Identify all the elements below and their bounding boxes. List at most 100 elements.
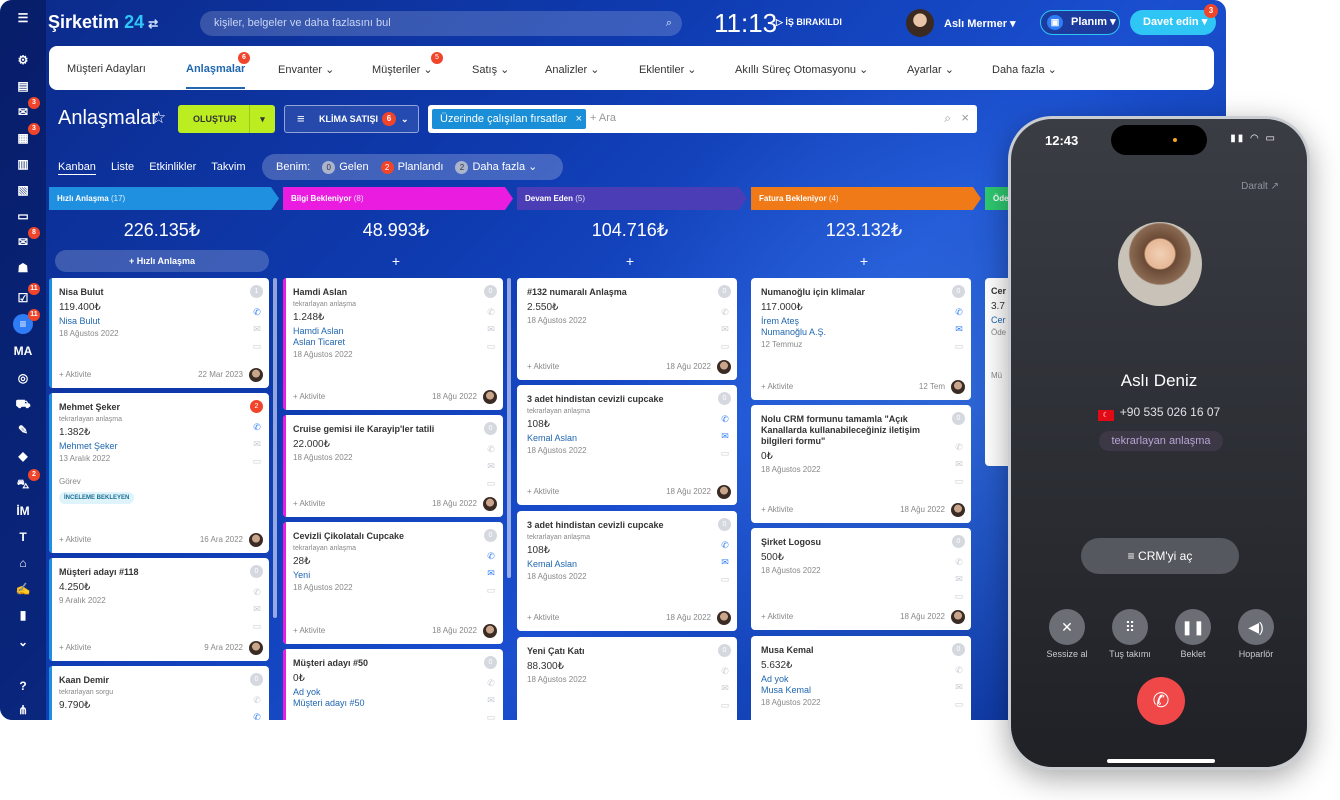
work-status-button[interactable]: ▷ İŞ BIRAKILDI	[776, 17, 842, 28]
stage-link[interactable]: Yeni	[293, 570, 493, 580]
plan-button[interactable]: ▣ Planım ▾	[1040, 10, 1120, 35]
contact-link[interactable]: Nisa Bulut	[59, 316, 259, 326]
card-actions[interactable]: ✆ ✉ ▭	[954, 662, 964, 713]
view-activities[interactable]: Etkinlikler	[149, 161, 196, 173]
contact-link[interactable]: Mehmet Şeker	[59, 441, 259, 451]
sidebar-ma[interactable]: MA	[13, 341, 33, 361]
deal-card[interactable]: 3 adet hindistan cevizli cupcake tekrarla…	[517, 511, 737, 631]
truck-icon[interactable]: ⛍ 2	[13, 469, 40, 494]
stage-header[interactable]: Hızlı Anlaşma (17)	[49, 187, 279, 210]
contact-link[interactable]: İrem Ateş	[761, 316, 961, 326]
deal-card[interactable]: Cruise gemisi ile Karayip'ler tatili 22.0…	[283, 415, 503, 517]
deal-card[interactable]: Müşteri adayı #118 4.250₺ 9 Aralık 2022 0 …	[49, 558, 269, 661]
card-actions[interactable]: ✆ ✉ ▭	[486, 548, 496, 599]
add-activity[interactable]: + Aktivite	[761, 612, 793, 621]
crm-filter-icon[interactable]: ≡ 11	[13, 309, 40, 334]
card-actions[interactable]: ✆ ✉ ▭	[486, 675, 496, 720]
menu-icon[interactable]: ☰	[13, 8, 33, 28]
cart-icon[interactable]: ⛟	[13, 394, 33, 414]
mail-icon[interactable]: ✉ 8	[13, 227, 40, 252]
card-actions[interactable]: ✆ ✉ ▭	[954, 439, 964, 490]
drive-icon[interactable]: ▭	[13, 206, 33, 226]
contact-link[interactable]: Hamdi Aslan	[293, 326, 493, 336]
invite-button[interactable]: Davet edin ▾ 3	[1130, 4, 1218, 35]
mute-button[interactable]: ✕ Sessize al	[1037, 609, 1097, 659]
sidebar-t[interactable]: T	[13, 527, 33, 547]
company-link[interactable]: Numanoğlu A.Ş.	[761, 327, 961, 337]
add-activity[interactable]: + Aktivite	[527, 362, 559, 371]
planned-filter[interactable]: Planlandı	[398, 161, 444, 173]
card-actions[interactable]: ✆ ✉ ▭	[486, 441, 496, 492]
contact-link[interactable]: Ad yok	[761, 674, 961, 684]
global-search-input[interactable]: kişiler, belgeler ve daha fazlasını bul ⌕	[200, 11, 682, 36]
deal-card[interactable]: 3 adet hindistan cevizli cupcake tekrarla…	[517, 385, 737, 505]
deal-card[interactable]: Kaan Demirtekrarlayan sorgu9.790₺ 0 ✆✆✉	[49, 666, 269, 720]
create-dropdown-icon[interactable]: ▾	[249, 105, 275, 133]
brand-logo[interactable]: Şirketim 24 ⇄	[48, 12, 158, 33]
stage-header[interactable]: Bilgi Bekleniyor (8)	[283, 187, 513, 210]
speaker-button[interactable]: ◀) Hoparlör	[1226, 609, 1286, 659]
deal-card[interactable]: Nisa Bulut 119.400₺ Nisa Bulut 18 Ağustos 2…	[49, 278, 269, 388]
docs-icon[interactable]: ▧	[13, 180, 33, 200]
card-actions[interactable]: ✆ ✉ ▭	[486, 304, 496, 355]
open-crm-button[interactable]: ≡ CRM'yi aç	[1081, 538, 1239, 574]
target-icon[interactable]: ◎	[13, 368, 33, 388]
card-actions[interactable]: ✆ ✉ ▭	[954, 304, 964, 355]
add-deal-button[interactable]: +	[517, 250, 743, 272]
deal-card[interactable]: Nolu CRM formunu tamamla "Açık Kanallard…	[751, 405, 971, 523]
contact-link[interactable]: Ad yok	[293, 687, 493, 697]
box-icon[interactable]: ◆	[13, 446, 33, 466]
sitemap-icon[interactable]: ⋔	[13, 700, 33, 720]
hold-button[interactable]: ❚❚ Beklet	[1163, 609, 1223, 659]
chat-icon[interactable]: ✉ 3	[13, 97, 40, 122]
deal-card[interactable]: Hamdi Aslan tekrarlayan anlaşma 1.248₺ Hamd…	[283, 278, 503, 410]
chart-icon[interactable]: ▮	[13, 605, 33, 625]
add-activity[interactable]: + Aktivite	[527, 613, 559, 622]
card-actions[interactable]: ✆ ✉ ▭	[720, 537, 730, 588]
apps-icon[interactable]: ⚙	[13, 50, 33, 70]
deal-card[interactable]: Yeni Çatı Katı 88.300₺ 18 Ağustos 2022 0 ✆…	[517, 637, 737, 720]
add-activity[interactable]: + Aktivite	[293, 392, 325, 401]
card-actions[interactable]: ✆ ✉ ▭	[720, 304, 730, 355]
keypad-button[interactable]: ⠿ Tuş takımı	[1100, 609, 1160, 659]
chip-close-icon[interactable]: ×	[576, 109, 582, 129]
deal-card[interactable]: Mehmet Şeker tekrarlayan anlaşma 1.382₺ Meh…	[49, 393, 269, 553]
quick-deal-button[interactable]: + Hızlı Anlaşma	[55, 250, 269, 272]
user-menu[interactable]: Aslı Mermer ▾	[944, 17, 1016, 30]
create-button[interactable]: OLUŞTUR ▾	[178, 105, 275, 133]
add-activity[interactable]: + Aktivite	[293, 499, 325, 508]
column-scrollbar[interactable]	[273, 278, 277, 618]
help-icon[interactable]: ?	[13, 676, 33, 696]
sidebar-im[interactable]: İM	[13, 501, 33, 521]
add-activity[interactable]: + Aktivite	[761, 382, 793, 391]
card-actions[interactable]: ✆ ✉ ▭	[252, 304, 262, 355]
view-kanban[interactable]: Kanban	[58, 161, 96, 175]
bank-icon[interactable]: ⌂	[13, 553, 33, 573]
clear-icon[interactable]: ×	[961, 110, 969, 125]
add-activity[interactable]: + Aktivite	[59, 535, 91, 544]
star-icon[interactable]: ☆	[151, 108, 166, 128]
filter-chip[interactable]: Üzerinde çalışılan fırsatlar ×	[432, 109, 586, 129]
deal-card[interactable]: Müşteri adayı #50 0₺ Ad yok Müşteri adayı #…	[283, 649, 503, 720]
menu-addons[interactable]: Eklentiler ⌄	[639, 63, 697, 76]
user-avatar[interactable]	[906, 9, 934, 37]
deal-card[interactable]: Musa Kemal 5.632₺ Ad yok Musa Kemal 18 Ağust…	[751, 636, 971, 720]
card-actions[interactable]: ✆ ✉ ▭	[252, 584, 262, 635]
deal-card[interactable]: Şirket Logosu 500₺ 18 Ağustos 2022 0 ✆ ✉ ▭ +…	[751, 528, 971, 630]
add-activity[interactable]: + Aktivite	[293, 626, 325, 635]
tasks-icon[interactable]: ▥	[13, 154, 33, 174]
add-deal-button[interactable]: +	[751, 250, 977, 272]
filter-search-input[interactable]: Üzerinde çalışılan fırsatlar × + Ara ⌕ ×	[428, 105, 977, 133]
search-icon[interactable]: ⌕	[944, 111, 951, 126]
menu-deals[interactable]: Anlaşmalar 6	[186, 52, 250, 89]
menu-automation[interactable]: Akıllı Süreç Otomasyonu ⌄	[735, 63, 868, 76]
add-activity[interactable]: + Aktivite	[59, 643, 91, 652]
company-link[interactable]: Aslan Ticaret	[293, 337, 493, 347]
stage-header[interactable]: Fatura Bekleniyor (4)	[751, 187, 981, 210]
hang-up-button[interactable]: ✆	[1137, 677, 1185, 725]
menu-analytics[interactable]: Analizler ⌄	[545, 63, 599, 76]
view-calendar[interactable]: Takvim	[211, 161, 245, 173]
contact-link[interactable]: Kemal Aslan	[527, 559, 727, 569]
contact-link[interactable]: Musa Kemal	[761, 685, 961, 695]
view-list[interactable]: Liste	[111, 161, 134, 173]
